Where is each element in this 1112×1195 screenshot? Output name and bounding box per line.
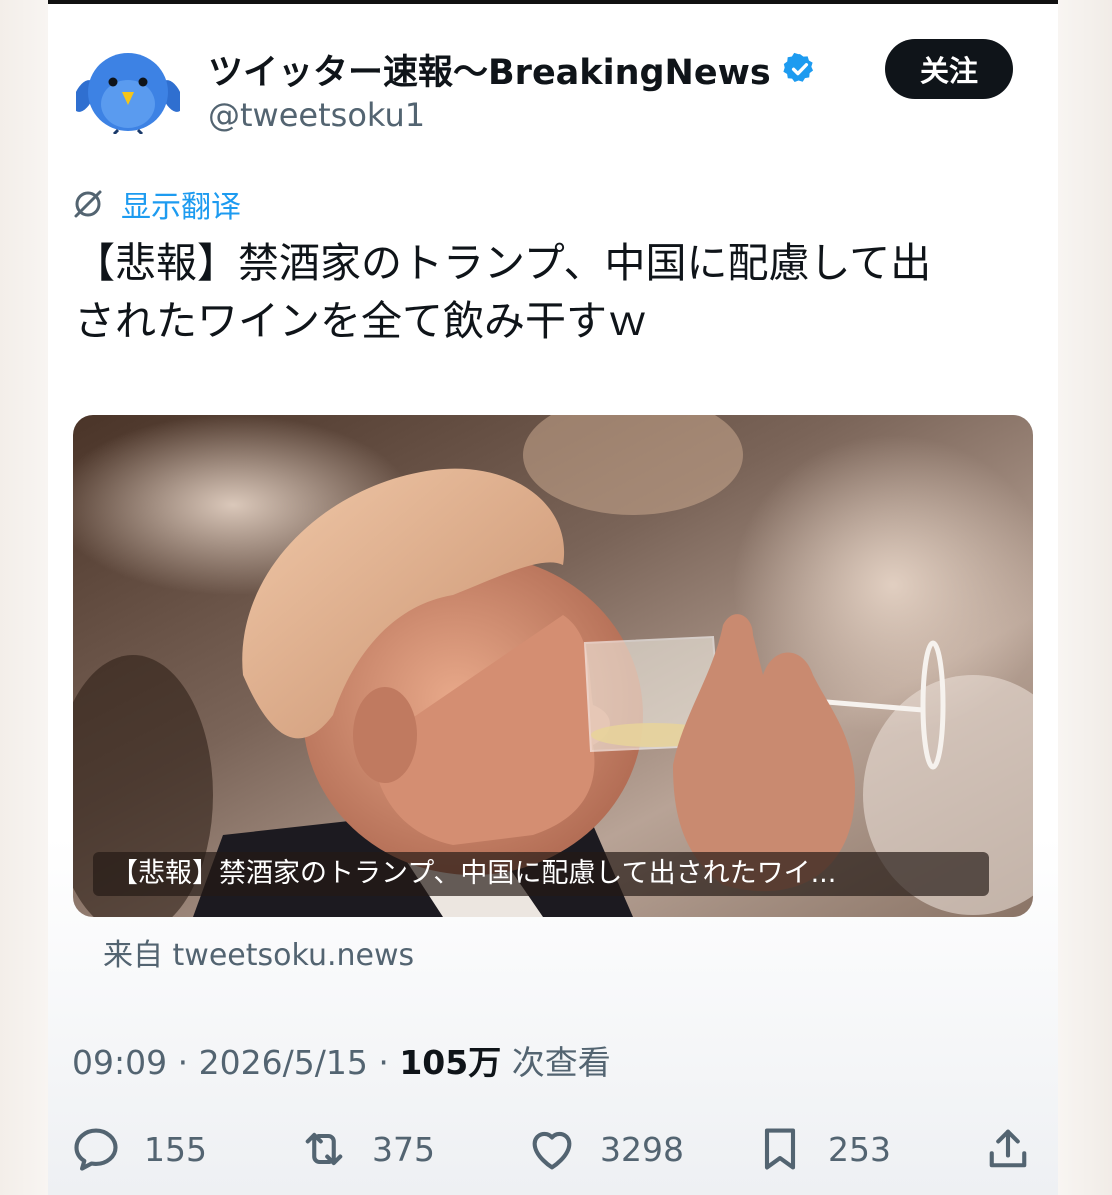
heart-icon — [532, 1131, 572, 1170]
meta-separator: · — [378, 1043, 389, 1082]
repost-count: 375 — [372, 1129, 435, 1169]
right-margin — [1058, 0, 1112, 1195]
avatar[interactable] — [76, 48, 180, 134]
reply-count: 155 — [144, 1129, 207, 1169]
like-count: 3298 — [600, 1129, 684, 1169]
top-divider — [48, 0, 1058, 4]
link-card-caption: 【悲報】禁酒家のトランプ、中国に配慮して出されたワイ... — [93, 852, 989, 896]
bookmark-count: 253 — [828, 1129, 891, 1169]
author-name[interactable]: ツイッター速報〜BreakingNews — [208, 46, 817, 93]
author-name-text: ツイッター速報〜BreakingNews — [208, 52, 771, 93]
bookmark-icon — [764, 1128, 796, 1170]
views-count: 105万 — [399, 1043, 502, 1082]
show-translation-link[interactable]: 显示翻译 — [72, 182, 241, 226]
author-handle[interactable]: @tweetsoku1 — [208, 96, 425, 134]
tweet-date[interactable]: 2026/5/15 — [199, 1043, 368, 1082]
reply-button[interactable]: 155 — [70, 1118, 207, 1180]
verified-badge-icon — [783, 52, 813, 83]
share-icon — [989, 1129, 1027, 1168]
repost-button[interactable]: 375 — [298, 1118, 435, 1180]
like-button[interactable]: 3298 — [526, 1118, 684, 1180]
photo-man-drinking-wine — [73, 415, 1033, 917]
link-source[interactable]: 来自 tweetsoku.news — [103, 930, 414, 974]
tweet-time[interactable]: 09:09 — [72, 1043, 167, 1082]
tweet-text-line-1: 【悲報】禁酒家のトランプ、中国に配慮して出 — [74, 239, 932, 287]
tweet-text: 【悲報】禁酒家のトランプ、中国に配慮して出 されたワインを全て飲み干すｗ — [74, 234, 1034, 350]
tweet-card: ツイッター速報〜BreakingNews @tweetsoku1 关注 显示翻译… — [48, 0, 1058, 1195]
tweet-text-line-2: されたワインを全て飲み干すｗ — [74, 297, 648, 345]
share-button[interactable] — [982, 1118, 1034, 1180]
translate-label: 显示翻译 — [121, 190, 241, 225]
follow-button[interactable]: 关注 — [885, 39, 1013, 99]
action-bar: 155 375 3298 253 — [48, 1118, 1058, 1180]
views-label: 次查看 — [511, 1043, 611, 1082]
repost-icon — [305, 1132, 343, 1166]
left-margin — [0, 0, 48, 1195]
translate-icon — [74, 190, 102, 218]
meta-separator: · — [177, 1043, 189, 1082]
bookmark-button[interactable]: 253 — [754, 1118, 891, 1180]
tweet-meta: 09:09 · 2026/5/15 · 105万 次查看 — [72, 1036, 611, 1084]
link-card-image[interactable]: 【悲報】禁酒家のトランプ、中国に配慮して出されたワイ... — [73, 415, 1033, 917]
reply-icon — [74, 1128, 118, 1171]
